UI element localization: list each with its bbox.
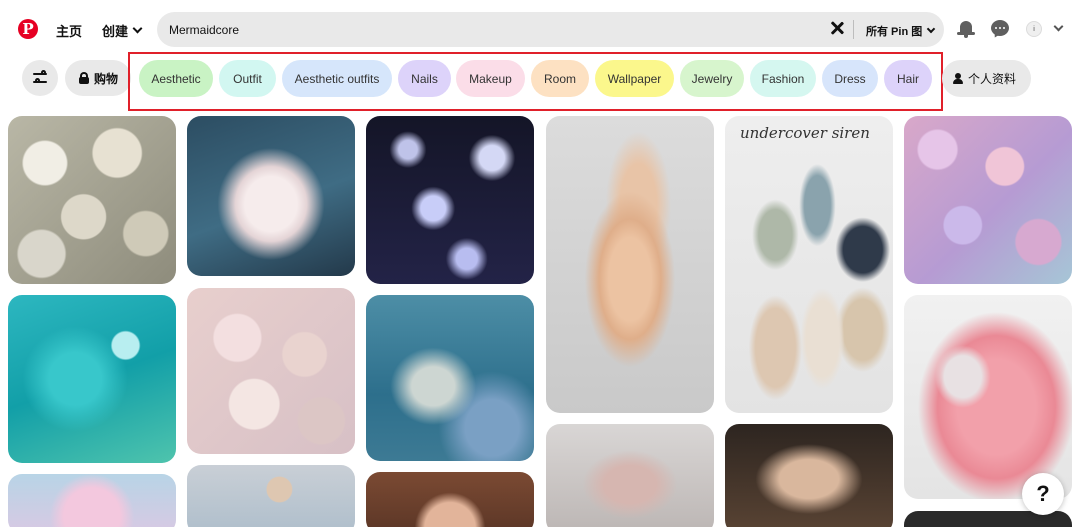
chevron-down-icon [926, 24, 936, 34]
person-icon [953, 73, 963, 84]
pinterest-logo-icon[interactable]: P [18, 19, 38, 39]
pin-card-shell-necklace-hand[interactable] [546, 116, 714, 413]
pin-card-shimmer-dress[interactable] [546, 424, 714, 527]
nav-home-link[interactable]: 主页 [56, 21, 82, 40]
search-input[interactable] [169, 12, 809, 47]
shopping-bag-icon [79, 72, 89, 84]
notifications-bell-icon[interactable] [957, 20, 975, 38]
account-chevron-down-icon[interactable] [1053, 21, 1064, 32]
search-scope-label: 所有 Pin 图 [866, 26, 923, 38]
pin-card-outfit-model[interactable] [187, 465, 355, 527]
pin-card-jellyfish-dark[interactable] [366, 116, 534, 284]
pin-card-gold-necklace[interactable] [725, 424, 893, 527]
profile-filter-button[interactable]: 个人资料 [942, 60, 1031, 97]
pin-card-hair-clip[interactable] [366, 472, 534, 527]
search-scope-dropdown[interactable]: 所有 Pin 图 [866, 23, 936, 39]
pin-card-pearl-shell[interactable] [187, 116, 355, 276]
search-bar[interactable]: 所有 Pin 图 [157, 12, 944, 47]
nav-create-menu[interactable]: 创建 [102, 21, 143, 40]
pin-overlay-caption: undercover siren [740, 124, 870, 142]
clear-search-icon[interactable] [827, 19, 847, 39]
pin-card-iridescent-scales[interactable] [904, 116, 1072, 284]
pin-card-pastel-shells[interactable] [187, 288, 355, 454]
pin-card-mermaid-tails[interactable] [366, 295, 534, 461]
pin-card-seashells[interactable] [8, 116, 176, 284]
pin-card-jellyfish-pink[interactable] [8, 474, 176, 527]
chevron-down-icon [132, 23, 143, 34]
pin-card-undercover-siren[interactable] [725, 116, 893, 413]
pin-card-pink-hair-clip[interactable] [904, 295, 1072, 499]
filter-settings-button[interactable] [22, 60, 58, 96]
help-button[interactable]: ? [1022, 473, 1064, 515]
messages-chat-icon[interactable] [991, 20, 1009, 40]
search-divider [853, 20, 854, 39]
shop-filter-button[interactable]: 购物 [65, 60, 131, 96]
top-bar: P 主页 创建 所有 Pin 图 i [0, 0, 1080, 60]
profile-filter-label: 个人资料 [968, 72, 1017, 86]
user-avatar[interactable]: i [1026, 21, 1042, 37]
pin-card-coral-reef[interactable] [8, 295, 176, 463]
nav-create-label: 创建 [102, 24, 129, 39]
highlight-box [128, 52, 943, 111]
shop-filter-label: 购物 [94, 71, 119, 86]
